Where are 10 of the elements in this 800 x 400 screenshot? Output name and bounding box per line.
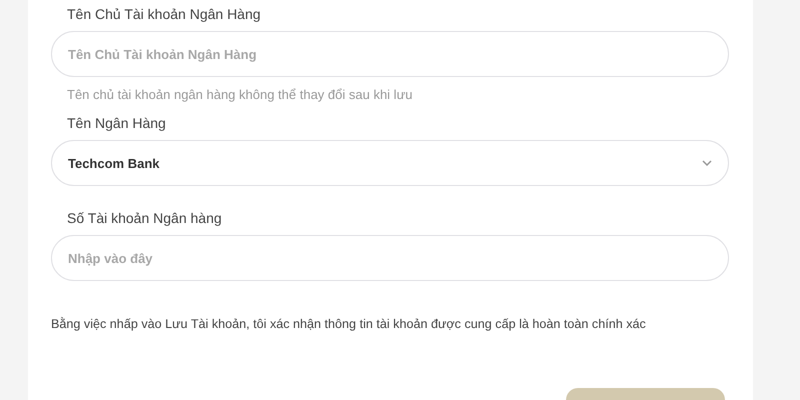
input-field[interactable]: Tên Chủ Tài khoản Ngân Hàng	[51, 31, 729, 77]
input-field[interactable]: Nhập vào đây	[51, 235, 729, 281]
disclaimer-text: Bằng việc nhấp vào Lưu Tài khoản, tôi xác nhận thông tin tài khoản được cung cấp là hoàn toàn chính xác	[51, 317, 647, 331]
field-label: Tên Chủ Tài khoản Ngân Hàng	[66, 5, 262, 24]
field-label: Số Tài khoản Ngân hàng	[66, 209, 223, 228]
bank-select[interactable]: Techcom Bank	[51, 140, 729, 186]
field-label: Tên Ngân Hàng	[66, 114, 167, 133]
action-button[interactable]	[566, 388, 725, 400]
help-text: Tên chủ tài khoản ngân hàng không thể thay đổi sau khi lưu	[66, 87, 414, 103]
chevron-down-icon	[702, 160, 712, 166]
